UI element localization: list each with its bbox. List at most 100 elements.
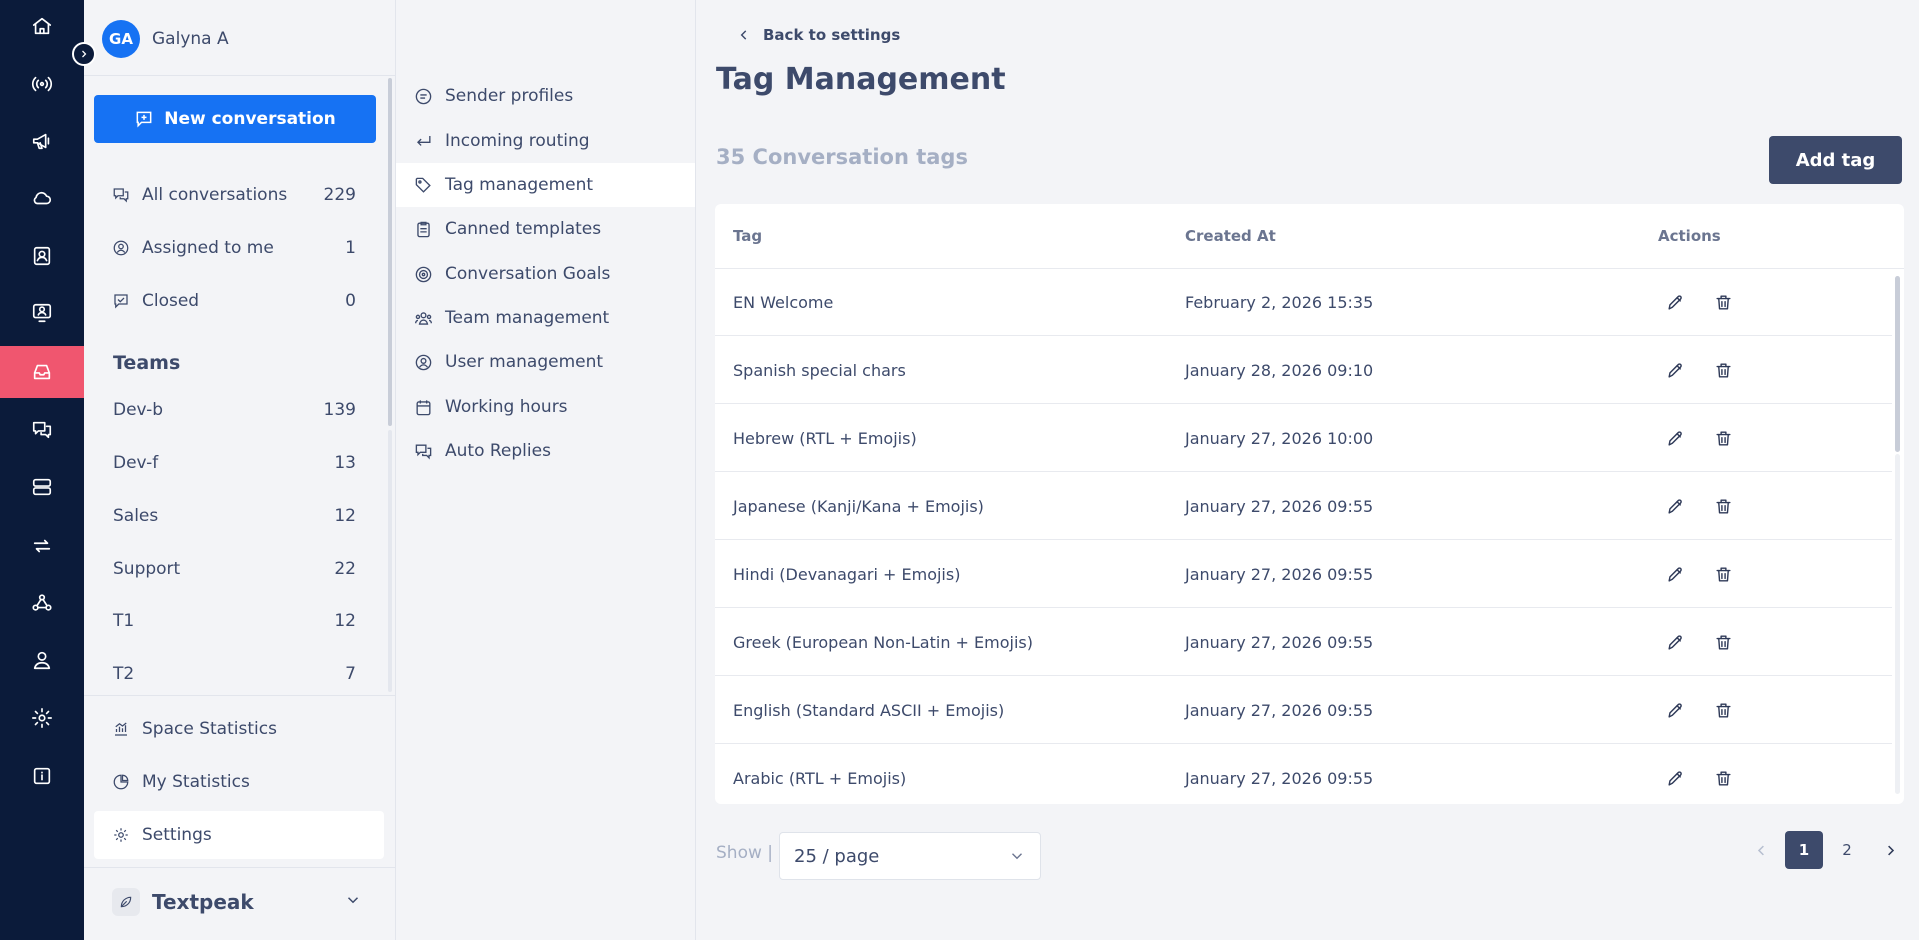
team-item-support[interactable]: Support 22 [113, 554, 356, 584]
sidebar-item-space-statistics[interactable]: Space Statistics [112, 714, 356, 744]
page-size-select[interactable]: 25 / page [779, 832, 1041, 880]
page-button-2[interactable]: 2 [1828, 831, 1866, 869]
leaf-icon [112, 888, 140, 916]
settings-item-tag-management[interactable]: Tag management [396, 163, 695, 207]
add-tag-button[interactable]: Add tag [1769, 136, 1902, 184]
sync-arrows-icon[interactable] [0, 520, 84, 572]
contact-card-icon[interactable] [0, 230, 84, 282]
delete-trash-icon[interactable] [1711, 698, 1735, 722]
chevron-left-icon [740, 30, 747, 40]
count-badge: 1 [345, 238, 356, 258]
settings-menu: Sender profiles Incoming routing Tag man… [396, 0, 696, 940]
page-size-value: 25 / page [794, 845, 880, 867]
created-at-cell: January 28, 2026 09:10 [1185, 360, 1374, 380]
add-message-icon [136, 111, 152, 128]
settings-item-incoming-routing[interactable]: Incoming routing [396, 119, 695, 163]
server-icon[interactable] [0, 461, 84, 513]
settings-item-auto-replies[interactable]: Auto Replies [396, 429, 695, 473]
conversations-sidebar: GA Galyna A New conversation All convers… [84, 0, 396, 940]
delete-trash-icon[interactable] [1711, 766, 1735, 790]
table-scrollbar[interactable] [1895, 276, 1900, 452]
gear-icon [114, 828, 128, 842]
icon-rail [0, 0, 84, 940]
cloud-icon[interactable] [0, 172, 84, 224]
user-icon[interactable] [0, 634, 84, 686]
sidebar-item-my-statistics[interactable]: My Statistics [112, 767, 356, 797]
column-header-created-at[interactable]: Created At [1185, 204, 1276, 268]
team-label: Dev-b [113, 400, 164, 420]
support-agent-icon[interactable] [0, 287, 84, 339]
settings-item-sender-profiles[interactable]: Sender profiles [396, 74, 695, 118]
back-to-settings-link[interactable]: Back to settings [737, 26, 900, 44]
delete-trash-icon[interactable] [1711, 358, 1735, 382]
team-icon [414, 311, 433, 325]
webhook-icon[interactable] [0, 577, 84, 629]
column-header-actions: Actions [1658, 227, 1721, 245]
edit-pencil-icon[interactable] [1663, 766, 1687, 790]
gear-icon[interactable] [0, 692, 84, 744]
workspace-switcher[interactable]: Textpeak [112, 888, 362, 916]
clipboard-icon [417, 221, 430, 237]
tag-name-cell: Arabic (RTL + Emojis) [733, 768, 907, 788]
back-label: Back to settings [763, 26, 901, 44]
team-item-dev-f[interactable]: Dev-f 13 [113, 448, 356, 478]
edit-pencil-icon[interactable] [1663, 630, 1687, 654]
edit-pencil-icon[interactable] [1663, 426, 1687, 450]
settings-item-label: Conversation Goals [445, 264, 611, 284]
next-page-button[interactable] [1871, 831, 1909, 869]
delete-trash-icon[interactable] [1711, 290, 1735, 314]
tags-table: Tag Created At Actions EN Welcome Februar… [715, 204, 1904, 804]
team-item-t2[interactable]: T2 7 [113, 659, 356, 689]
page-button-1[interactable]: 1 [1785, 831, 1823, 869]
count-badge: 22 [334, 559, 356, 579]
settings-item-canned-templates[interactable]: Canned templates [396, 207, 695, 251]
inbox-icon[interactable] [0, 346, 84, 398]
chat-bubbles-icon[interactable] [0, 404, 84, 456]
team-item-t1[interactable]: T1 12 [113, 606, 356, 636]
created-at-cell: January 27, 2026 09:55 [1185, 768, 1374, 788]
prev-page-button[interactable] [1742, 831, 1780, 869]
tag-name-cell: EN Welcome [733, 292, 834, 312]
divider [84, 867, 396, 868]
delete-trash-icon[interactable] [1711, 562, 1735, 586]
created-at-cell: January 27, 2026 09:55 [1185, 564, 1374, 584]
settings-item-user-management[interactable]: User management [396, 340, 695, 384]
created-at-cell: January 27, 2026 10:00 [1185, 428, 1374, 448]
settings-item-working-hours[interactable]: Working hours [396, 385, 695, 429]
broadcast-icon[interactable] [0, 58, 84, 110]
new-conversation-button[interactable]: New conversation [94, 95, 376, 143]
settings-item-conversation-goals[interactable]: Conversation Goals [396, 252, 695, 296]
megaphone-icon[interactable] [0, 115, 84, 167]
tag-name-cell: Spanish special chars [733, 360, 906, 380]
team-item-dev-b[interactable]: Dev-b 139 [113, 395, 356, 425]
user-profile[interactable]: GA Galyna A [102, 20, 229, 58]
table-row: Spanish special chars January 28, 2026 09… [715, 336, 1892, 404]
created-at-cell: January 27, 2026 09:55 [1185, 496, 1374, 516]
count-badge: 229 [323, 185, 356, 205]
edit-pencil-icon[interactable] [1663, 290, 1687, 314]
settings-item-team-management[interactable]: Team management [396, 296, 695, 340]
count-badge: 12 [334, 611, 356, 631]
chevron-down-icon [344, 891, 362, 913]
created-at-cell: February 2, 2026 15:35 [1185, 292, 1374, 312]
user-circle-icon [113, 240, 129, 256]
settings-item-label: Tag management [445, 175, 594, 195]
info-icon[interactable] [0, 750, 84, 802]
column-header-tag[interactable]: Tag [733, 204, 762, 268]
delete-trash-icon[interactable] [1711, 426, 1735, 450]
sidebar-item-closed[interactable]: Closed 0 [112, 286, 356, 316]
sidebar-item-settings[interactable]: Settings [112, 820, 356, 850]
team-item-sales[interactable]: Sales 12 [113, 501, 356, 531]
delete-trash-icon[interactable] [1711, 494, 1735, 518]
collapse-sidebar-button[interactable] [72, 42, 96, 66]
edit-pencil-icon[interactable] [1663, 698, 1687, 722]
sidebar-item-assigned-to-me[interactable]: Assigned to me 1 [112, 233, 356, 263]
sidebar-item-all-conversations[interactable]: All conversations 229 [112, 180, 356, 210]
sidebar-scrollbar[interactable] [388, 78, 392, 426]
edit-pencil-icon[interactable] [1663, 358, 1687, 382]
home-icon[interactable] [0, 0, 84, 52]
edit-pencil-icon[interactable] [1663, 494, 1687, 518]
sidebar-item-label: My Statistics [142, 772, 250, 792]
delete-trash-icon[interactable] [1711, 630, 1735, 654]
edit-pencil-icon[interactable] [1663, 562, 1687, 586]
